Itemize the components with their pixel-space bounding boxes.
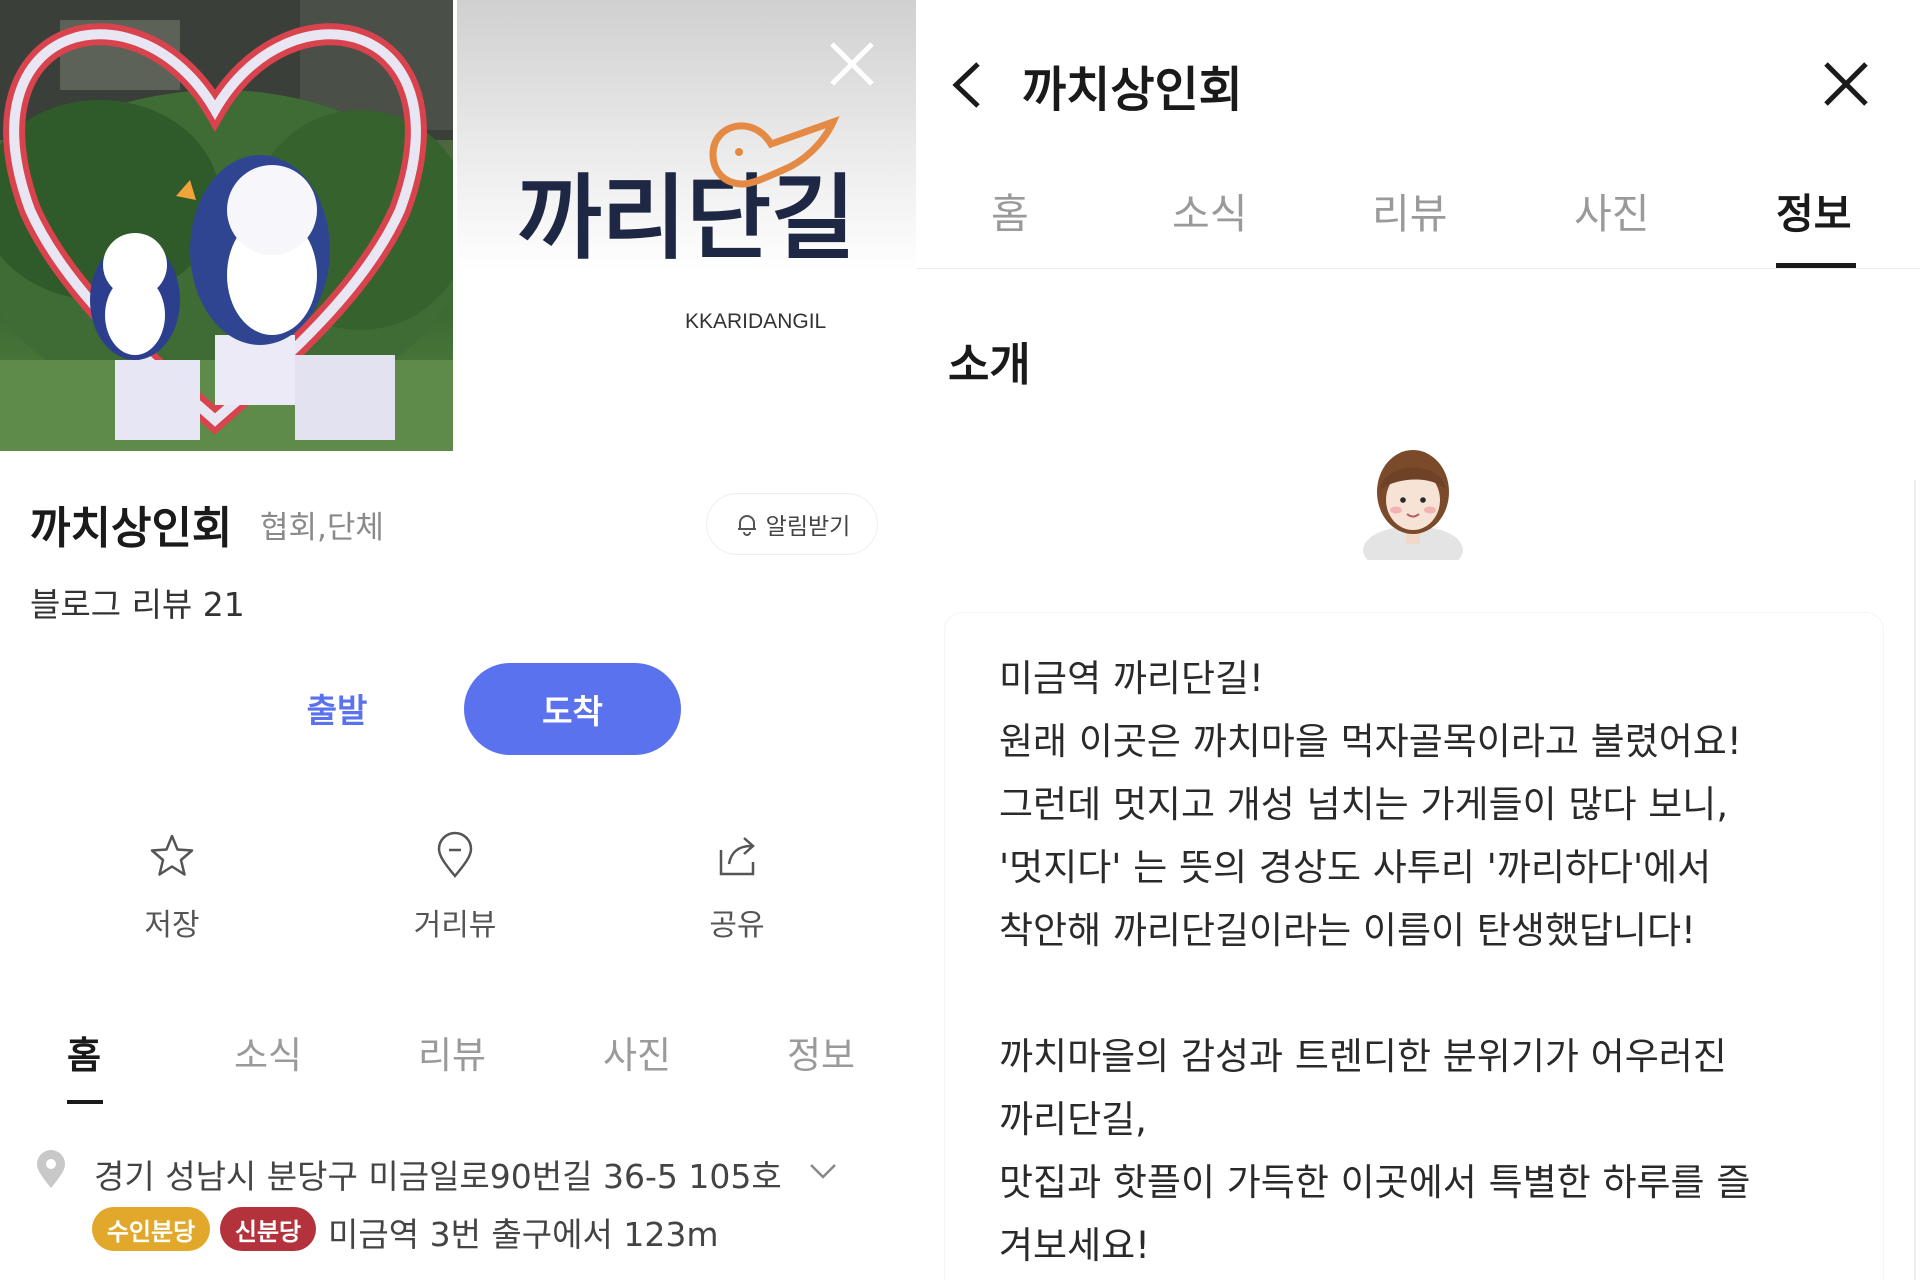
tab-home[interactable]: 홈: [67, 1025, 101, 1079]
active-tab-indicator: [67, 1100, 103, 1104]
scrollbar[interactable]: [1914, 480, 1916, 1280]
share-label: 공유: [709, 908, 765, 943]
tab-reviews[interactable]: 리뷰: [1372, 180, 1447, 240]
page-title: 까치상인회: [1022, 62, 1243, 118]
alarm-label: 알림받기: [765, 514, 851, 540]
tab-info[interactable]: 정보: [1776, 180, 1851, 240]
tab-info[interactable]: 정보: [787, 1025, 855, 1079]
tab-news[interactable]: 소식: [1172, 180, 1247, 240]
subway-line-badge-sin-bundang: 신분당: [220, 1207, 316, 1251]
save-label: 저장: [144, 908, 200, 943]
info-panel: 까치상인회 홈 소식 리뷰 사진 정보 소개 미금역 까리단길! 원래 이곳은 …: [916, 0, 1920, 1280]
streetview-label: 거리뷰: [413, 908, 497, 943]
address-text: 경기 성남시 분당구 미금일로90번길 36-5 105호: [94, 1157, 782, 1196]
logo-wordmark-top: 까리단길: [517, 165, 856, 272]
tab-divider: [916, 268, 1920, 269]
logo-latin-text: KKARIDANGIL: [685, 310, 827, 333]
station-distance: 미금역 3번 출구에서 123m: [328, 1215, 719, 1254]
intro-heading: 소개: [948, 338, 1031, 391]
chevron-down-icon[interactable]: [805, 1156, 841, 1186]
streetview-action[interactable]: 거리뷰: [380, 830, 530, 944]
place-name: 까치상인회: [30, 503, 233, 554]
intro-line: 원래 이곳은 까치마을 먹자골목이라고 불렸어요!: [999, 720, 1742, 763]
intro-line: '멋지다' 는 뜻의 경상도 사투리 '까리하다'에서: [999, 846, 1712, 889]
bell-plus-icon: [737, 515, 756, 536]
location-pin-icon: [437, 831, 473, 878]
close-icon[interactable]: [824, 36, 880, 92]
intro-card: 미금역 까리단길! 원래 이곳은 까치마을 먹자골목이라고 불렸어요! 그런데 …: [944, 612, 1884, 1280]
subway-line-badge-suin-bundang: 수인분당: [92, 1207, 210, 1251]
place-category: 협회,단체: [260, 510, 384, 546]
tab-home[interactable]: 홈: [991, 180, 1029, 240]
blog-review-count[interactable]: 블로그 리뷰 21: [30, 578, 245, 626]
intro-text: 미금역 까리단길! 원래 이곳은 까치마을 먹자골목이라고 불렸어요! 그런데 …: [999, 647, 1859, 1277]
intro-line: 겨보세요!: [999, 1224, 1150, 1267]
back-arrow-icon[interactable]: [946, 58, 990, 112]
depart-button[interactable]: 출발: [262, 665, 412, 751]
intro-line: 그런데 멋지고 개성 넘치는 가게들이 많다 보니,: [999, 783, 1729, 826]
intro-line-blank: [999, 962, 1859, 1025]
tab-news[interactable]: 소식: [234, 1025, 302, 1079]
share-action[interactable]: 공유: [662, 830, 812, 944]
map-pin-icon: [37, 1150, 65, 1188]
arrive-button[interactable]: 도착: [464, 663, 681, 755]
place-photo-logo[interactable]: 까리단길 KKARIDANGIL: [457, 0, 916, 451]
place-photo-mascots[interactable]: [0, 0, 453, 451]
tab-photos[interactable]: 사진: [1574, 180, 1649, 240]
intro-line: 맛집과 핫플이 가득한 이곳에서 특별한 하루를 즐: [999, 1161, 1751, 1204]
intro-line: 까리단길,: [999, 1098, 1147, 1141]
mascot-photo-illustration: [0, 0, 453, 451]
tab-reviews[interactable]: 리뷰: [418, 1025, 486, 1079]
save-action[interactable]: 저장: [97, 830, 247, 944]
avatar: [1363, 450, 1463, 560]
alarm-button[interactable]: 알림받기: [706, 493, 878, 555]
tab-photos[interactable]: 사진: [603, 1025, 671, 1079]
share-icon: [719, 837, 755, 876]
star-icon: [150, 834, 194, 876]
place-panel: 까리단길 KKARIDANGIL 까치상인회 협회,단체 알림받기 블로그 리뷰…: [0, 0, 916, 1280]
intro-line: 미금역 까리단길!: [999, 657, 1264, 700]
intro-line: 까치마을의 감성과 트렌디한 분위기가 어우러진: [999, 1035, 1727, 1078]
close-icon[interactable]: [1820, 58, 1872, 110]
intro-line: 착안해 까리단길이라는 이름이 탄생했답니다!: [999, 909, 1696, 952]
